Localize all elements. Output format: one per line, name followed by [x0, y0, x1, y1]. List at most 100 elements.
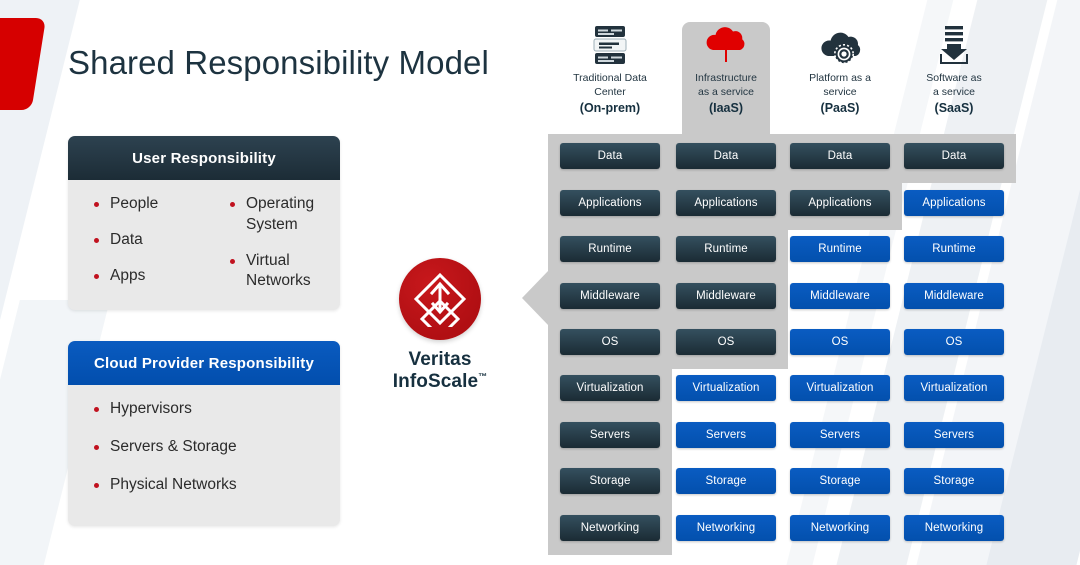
layer-cell-iaas-data[interactable]: Data: [676, 143, 776, 169]
layer-cell-saas-networking[interactable]: Networking: [904, 515, 1004, 541]
responsibility-matrix: Traditional Data Center (On-prem) Infrastr…: [522, 0, 1016, 565]
layer-cell-label: Servers: [819, 429, 861, 441]
layer-cell-label: Servers: [705, 429, 747, 441]
column-header-abbreviation: (IaaS): [708, 101, 744, 116]
bullet-dot-icon: [94, 482, 99, 488]
column-header-on-prem[interactable]: Traditional Data Center (On-prem): [560, 20, 660, 115]
list-item-label: Operating System: [246, 195, 315, 233]
veritas-infoscale-logo: Veritas InfoScale™: [392, 258, 488, 392]
column-header-line-2: as a service: [697, 85, 755, 98]
layer-cell-iaas-virtualization[interactable]: Virtualization: [676, 375, 776, 401]
layer-cell-saas-servers[interactable]: Servers: [904, 422, 1004, 448]
layer-cell-label: Data: [827, 150, 853, 162]
list-item: Physical Networks: [94, 475, 340, 496]
layer-cell-paas-middleware[interactable]: Middleware: [790, 283, 890, 309]
layer-cell-label: Virtualization: [692, 382, 760, 394]
layer-cell-iaas-storage[interactable]: Storage: [676, 468, 776, 494]
layer-cell-label: Runtime: [588, 243, 632, 255]
logo-line-2: InfoScale: [392, 370, 479, 392]
list-item: Virtual Networks: [230, 251, 340, 293]
list-item: Data: [94, 230, 204, 251]
layer-cell-on-prem-os[interactable]: OS: [560, 329, 660, 355]
layer-cell-iaas-runtime[interactable]: Runtime: [676, 236, 776, 262]
layer-cell-label: Storage: [589, 475, 631, 487]
bullet-dot-icon: [230, 202, 235, 207]
column-header-line-1: Software as: [926, 72, 982, 84]
layer-cell-saas-middleware[interactable]: Middleware: [904, 283, 1004, 309]
layer-cell-label: Applications: [922, 197, 986, 209]
bullet-dot-icon: [94, 202, 99, 207]
list-item-label: Data: [110, 230, 143, 248]
layer-cell-on-prem-virtualization[interactable]: Virtualization: [560, 375, 660, 401]
layer-cell-paas-servers[interactable]: Servers: [790, 422, 890, 448]
column-header-line-2: service: [823, 85, 857, 98]
layer-cell-label: Virtualization: [576, 382, 644, 394]
layer-cell-saas-data[interactable]: Data: [904, 143, 1004, 169]
column-header-line-2: Center: [594, 85, 626, 98]
layer-cell-paas-networking[interactable]: Networking: [790, 515, 890, 541]
layer-cell-iaas-networking[interactable]: Networking: [676, 515, 776, 541]
layer-cell-label: Middleware: [580, 290, 640, 302]
column-header-abbreviation: (PaaS): [820, 101, 860, 116]
layer-cell-on-prem-data[interactable]: Data: [560, 143, 660, 169]
layer-cell-label: Networking: [924, 522, 984, 534]
list-item-label: People: [110, 195, 159, 212]
column-header-line-1: Platform as a: [809, 72, 871, 84]
layer-cell-on-prem-networking[interactable]: Networking: [560, 515, 660, 541]
layer-cell-saas-applications[interactable]: Applications: [904, 190, 1004, 216]
layer-cell-paas-data[interactable]: Data: [790, 143, 890, 169]
layer-cell-label: OS: [945, 336, 963, 348]
bullet-dot-icon: [94, 407, 99, 412]
column-header-line-1: Infrastructure: [695, 72, 757, 84]
cloud-provider-body: Hypervisors Servers & Storage Physical N…: [68, 385, 340, 526]
list-item-label: Servers & Storage: [110, 437, 237, 455]
layer-cell-paas-runtime[interactable]: Runtime: [790, 236, 890, 262]
layer-cell-label: OS: [601, 336, 619, 348]
layer-cell-label: Middleware: [696, 290, 756, 302]
matrix-pointer-arrow: [522, 270, 549, 326]
layer-cell-on-prem-servers[interactable]: Servers: [560, 422, 660, 448]
bullet-dot-icon: [94, 273, 99, 279]
list-item: Apps: [94, 266, 204, 287]
user-responsibility-heading: User Responsibility: [68, 136, 340, 180]
cloud-provider-heading: Cloud Provider Responsibility: [68, 341, 340, 385]
bullet-dot-icon: [94, 444, 99, 450]
layer-cell-label: Applications: [808, 197, 872, 209]
layer-cell-on-prem-applications[interactable]: Applications: [560, 190, 660, 216]
cloud-provider-bullets: Hypervisors Servers & Storage Physical N…: [68, 399, 340, 512]
layer-cell-saas-storage[interactable]: Storage: [904, 468, 1004, 494]
column-header-abbreviation: (SaaS): [934, 101, 974, 116]
layer-cell-on-prem-middleware[interactable]: Middleware: [560, 283, 660, 309]
layer-cell-label: Runtime: [932, 243, 976, 255]
layer-cell-on-prem-storage[interactable]: Storage: [560, 468, 660, 494]
red-corner-accent: [0, 18, 46, 110]
server-rack-icon: [560, 20, 660, 66]
layer-cell-label: Runtime: [704, 243, 748, 255]
column-header-line-2: a service: [932, 85, 975, 98]
layer-cell-saas-runtime[interactable]: Runtime: [904, 236, 1004, 262]
layer-cell-saas-os[interactable]: OS: [904, 329, 1004, 355]
layer-cell-paas-virtualization[interactable]: Virtualization: [790, 375, 890, 401]
layer-cell-iaas-applications[interactable]: Applications: [676, 190, 776, 216]
layer-cell-paas-applications[interactable]: Applications: [790, 190, 890, 216]
layer-cell-iaas-servers[interactable]: Servers: [676, 422, 776, 448]
layer-cell-iaas-middleware[interactable]: Middleware: [676, 283, 776, 309]
list-item-label: Hypervisors: [110, 400, 192, 417]
layer-cell-saas-virtualization[interactable]: Virtualization: [904, 375, 1004, 401]
layer-cell-label: Virtualization: [920, 382, 988, 394]
layer-cell-label: Runtime: [818, 243, 862, 255]
layer-cell-on-prem-runtime[interactable]: Runtime: [560, 236, 660, 262]
user-responsibility-body: People Data Apps Operating System Virtua…: [68, 180, 340, 310]
layer-cell-label: Networking: [580, 522, 640, 534]
column-header-saas[interactable]: Software as a service (SaaS): [904, 20, 1004, 115]
layer-cell-paas-os[interactable]: OS: [790, 329, 890, 355]
column-header-paas[interactable]: Platform as a service (PaaS): [790, 20, 890, 115]
list-item: Hypervisors: [94, 399, 340, 420]
column-header-iaas[interactable]: Infrastructure as a service (IaaS): [676, 20, 776, 115]
layer-cell-label: Applications: [694, 197, 758, 209]
layer-cell-iaas-os[interactable]: OS: [676, 329, 776, 355]
layer-cell-paas-storage[interactable]: Storage: [790, 468, 890, 494]
layer-cell-label: OS: [831, 336, 849, 348]
layer-cell-label: Servers: [933, 429, 975, 441]
layer-cell-label: Virtualization: [806, 382, 874, 394]
